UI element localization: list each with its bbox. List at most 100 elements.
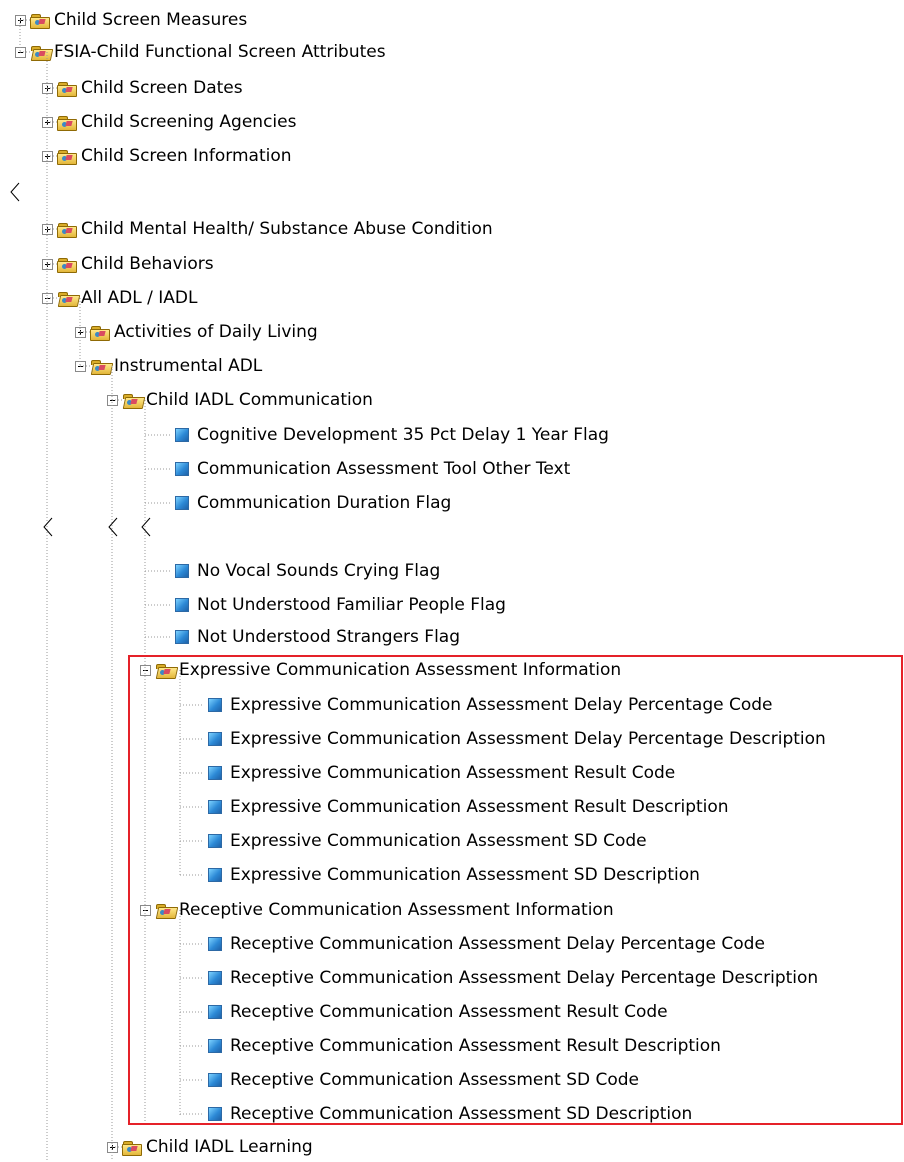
tree-leaf-receptive-result-description[interactable]: Receptive Communication Assessment Resul… bbox=[208, 1031, 721, 1061]
tree-leaf-label: No Vocal Sounds Crying Flag bbox=[197, 560, 441, 581]
expand-icon[interactable] bbox=[15, 14, 26, 26]
folder-icon bbox=[57, 114, 77, 131]
tree-leaf-expressive-sd-code[interactable]: Expressive Communication Assessment SD C… bbox=[208, 826, 647, 856]
tree-node-receptive-communication-assessment-information[interactable]: Receptive Communication Assessment Infor… bbox=[140, 895, 614, 925]
open-folder-icon bbox=[57, 290, 77, 306]
expand-icon[interactable] bbox=[42, 258, 53, 270]
attribute-icon bbox=[208, 1073, 222, 1087]
folder-icon bbox=[30, 12, 50, 29]
tree-node-label: Child Screen Dates bbox=[81, 77, 243, 98]
folder-icon bbox=[122, 1139, 142, 1156]
folder-icon bbox=[57, 148, 77, 165]
attribute-tree: Child Screen Measures FSIA-Child Functio… bbox=[0, 0, 904, 1161]
tree-node-child-screen-measures[interactable]: Child Screen Measures bbox=[15, 5, 247, 35]
attribute-icon bbox=[175, 496, 189, 510]
tree-node-child-iadl-learning[interactable]: Child IADL Learning bbox=[107, 1132, 313, 1162]
collapse-icon[interactable] bbox=[107, 394, 118, 406]
collapse-icon[interactable] bbox=[140, 664, 151, 676]
tree-node-label: Receptive Communication Assessment Infor… bbox=[179, 899, 614, 920]
attribute-icon bbox=[175, 564, 189, 578]
expand-icon[interactable] bbox=[75, 326, 86, 338]
expand-icon[interactable] bbox=[42, 116, 53, 128]
tree-leaf-communication-assessment-tool-other-text[interactable]: Communication Assessment Tool Other Text bbox=[175, 454, 570, 484]
tree-node-label: FSIA-Child Functional Screen Attributes bbox=[54, 41, 386, 62]
tree-break-marker bbox=[10, 182, 20, 206]
collapse-icon[interactable] bbox=[42, 292, 53, 304]
tree-node-label: Child Screen Information bbox=[81, 145, 292, 166]
attribute-icon bbox=[208, 971, 222, 985]
tree-leaf-receptive-result-code[interactable]: Receptive Communication Assessment Resul… bbox=[208, 997, 668, 1027]
tree-leaf-label: Not Understood Strangers Flag bbox=[197, 626, 461, 647]
tree-leaf-label: Receptive Communication Assessment Delay… bbox=[230, 967, 819, 988]
tree-leaf-label: Expressive Communication Assessment SD D… bbox=[230, 864, 700, 885]
attribute-icon bbox=[208, 732, 222, 746]
tree-leaf-label: Receptive Communication Assessment Resul… bbox=[230, 1035, 721, 1056]
tree-node-child-iadl-communication[interactable]: Child IADL Communication bbox=[107, 385, 373, 415]
tree-leaf-communication-duration-flag[interactable]: Communication Duration Flag bbox=[175, 488, 451, 518]
tree-leaf-label: Cognitive Development 35 Pct Delay 1 Yea… bbox=[197, 424, 609, 445]
tree-leaf-receptive-delay-percentage-code[interactable]: Receptive Communication Assessment Delay… bbox=[208, 929, 765, 959]
tree-node-expressive-communication-assessment-information[interactable]: Expressive Communication Assessment Info… bbox=[140, 655, 621, 685]
open-folder-icon bbox=[122, 392, 142, 408]
tree-node-label: Child IADL Learning bbox=[146, 1136, 313, 1157]
attribute-icon bbox=[208, 1107, 222, 1121]
tree-leaf-receptive-sd-description[interactable]: Receptive Communication Assessment SD De… bbox=[208, 1099, 692, 1129]
tree-node-label: All ADL / IADL bbox=[81, 287, 198, 308]
tree-node-child-screening-agencies[interactable]: Child Screening Agencies bbox=[42, 107, 296, 137]
attribute-icon bbox=[208, 766, 222, 780]
tree-leaf-not-understood-strangers-flag[interactable]: Not Understood Strangers Flag bbox=[175, 622, 460, 652]
tree-leaf-expressive-result-code[interactable]: Expressive Communication Assessment Resu… bbox=[208, 758, 675, 788]
tree-node-instrumental-adl[interactable]: Instrumental ADL bbox=[75, 351, 262, 381]
tree-leaf-label: Expressive Communication Assessment SD C… bbox=[230, 830, 647, 851]
attribute-icon bbox=[208, 1005, 222, 1019]
tree-leaf-label: Communication Duration Flag bbox=[197, 492, 452, 513]
open-folder-icon bbox=[155, 902, 175, 918]
attribute-icon bbox=[208, 1039, 222, 1053]
tree-node-fsia-child-functional-screen-attributes[interactable]: FSIA-Child Functional Screen Attributes bbox=[15, 37, 386, 67]
tree-leaf-label: Expressive Communication Assessment Resu… bbox=[230, 796, 729, 817]
attribute-icon bbox=[175, 428, 189, 442]
open-folder-icon bbox=[90, 358, 110, 374]
collapse-icon[interactable] bbox=[15, 46, 26, 58]
tree-leaf-label: Receptive Communication Assessment SD De… bbox=[230, 1103, 693, 1124]
tree-node-label: Expressive Communication Assessment Info… bbox=[179, 659, 622, 680]
tree-leaf-receptive-sd-code[interactable]: Receptive Communication Assessment SD Co… bbox=[208, 1065, 639, 1095]
tree-leaf-label: Expressive Communication Assessment Dela… bbox=[230, 728, 826, 749]
tree-break-marker bbox=[141, 517, 151, 541]
tree-node-label: Instrumental ADL bbox=[114, 355, 263, 376]
tree-node-child-screen-information[interactable]: Child Screen Information bbox=[42, 141, 292, 171]
attribute-icon bbox=[175, 630, 189, 644]
tree-node-activities-of-daily-living[interactable]: Activities of Daily Living bbox=[75, 317, 318, 347]
attribute-icon bbox=[208, 698, 222, 712]
expand-icon[interactable] bbox=[42, 150, 53, 162]
tree-node-all-adl-iadl[interactable]: All ADL / IADL bbox=[42, 283, 197, 313]
tree-node-label: Activities of Daily Living bbox=[114, 321, 318, 342]
tree-node-label: Child Screen Measures bbox=[54, 9, 248, 30]
tree-node-child-mental-health-substance-abuse-condition[interactable]: Child Mental Health/ Substance Abuse Con… bbox=[42, 214, 493, 244]
collapse-icon[interactable] bbox=[140, 904, 151, 916]
tree-leaf-expressive-delay-percentage-code[interactable]: Expressive Communication Assessment Dela… bbox=[208, 690, 773, 720]
tree-node-label: Child Mental Health/ Substance Abuse Con… bbox=[81, 218, 493, 239]
tree-leaf-cognitive-development-flag[interactable]: Cognitive Development 35 Pct Delay 1 Yea… bbox=[175, 420, 609, 450]
tree-node-label: Child Screening Agencies bbox=[81, 111, 297, 132]
expand-icon[interactable] bbox=[107, 1141, 118, 1153]
tree-leaf-no-vocal-sounds-crying-flag[interactable]: No Vocal Sounds Crying Flag bbox=[175, 556, 440, 586]
tree-leaf-label: Not Understood Familiar People Flag bbox=[197, 594, 506, 615]
tree-node-label: Child Behaviors bbox=[81, 253, 214, 274]
folder-icon bbox=[57, 80, 77, 97]
attribute-icon bbox=[208, 937, 222, 951]
tree-leaf-label: Receptive Communication Assessment Resul… bbox=[230, 1001, 668, 1022]
tree-leaf-expressive-delay-percentage-description[interactable]: Expressive Communication Assessment Dela… bbox=[208, 724, 826, 754]
tree-break-marker bbox=[108, 517, 118, 541]
tree-node-child-screen-dates[interactable]: Child Screen Dates bbox=[42, 73, 243, 103]
expand-icon[interactable] bbox=[42, 223, 53, 235]
tree-leaf-receptive-delay-percentage-description[interactable]: Receptive Communication Assessment Delay… bbox=[208, 963, 818, 993]
tree-break-marker bbox=[43, 517, 53, 541]
tree-node-child-behaviors[interactable]: Child Behaviors bbox=[42, 249, 214, 279]
tree-leaf-expressive-sd-description[interactable]: Expressive Communication Assessment SD D… bbox=[208, 860, 700, 890]
collapse-icon[interactable] bbox=[75, 360, 86, 372]
tree-leaf-expressive-result-description[interactable]: Expressive Communication Assessment Resu… bbox=[208, 792, 729, 822]
expand-icon[interactable] bbox=[42, 82, 53, 94]
tree-node-label: Child IADL Communication bbox=[146, 389, 373, 410]
tree-leaf-not-understood-familiar-people-flag[interactable]: Not Understood Familiar People Flag bbox=[175, 590, 506, 620]
